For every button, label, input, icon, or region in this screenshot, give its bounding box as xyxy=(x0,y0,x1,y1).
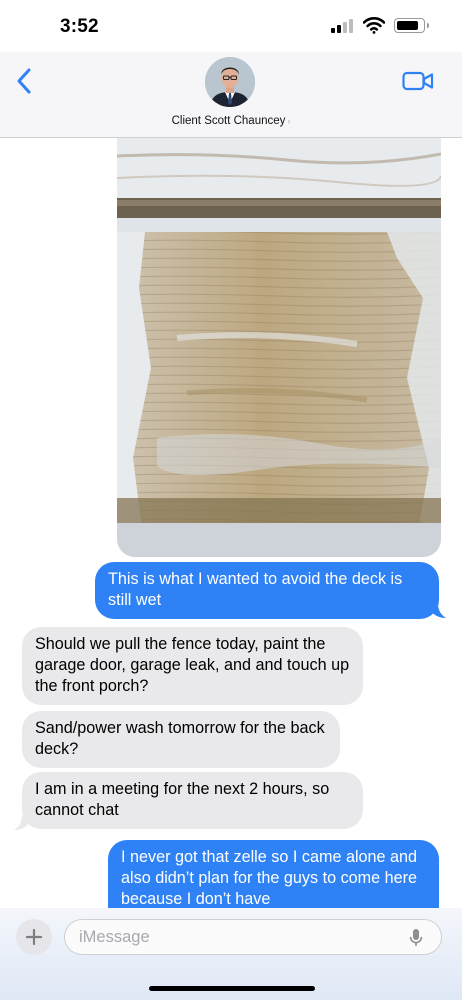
contact-name[interactable]: Client Scott Chauncey › xyxy=(0,115,462,127)
message-bubble-incoming[interactable]: Sand/power wash tomorrow for the back de… xyxy=(22,711,340,768)
home-indicator[interactable] xyxy=(149,986,315,991)
message-bubble-outgoing[interactable]: This is what I wanted to avoid the deck … xyxy=(95,562,439,619)
message-bubble-incoming[interactable]: Should we pull the fence today, paint th… xyxy=(22,627,363,705)
message-text: Sand/power wash tomorrow for the back de… xyxy=(35,719,325,758)
conversation-header: Client Scott Chauncey › xyxy=(0,52,462,138)
contact-name-label: Client Scott Chauncey xyxy=(171,115,286,127)
bubble-tail xyxy=(432,604,446,618)
message-text: I never got that zelle so I came alone a… xyxy=(121,848,418,908)
status-time: 3:52 xyxy=(60,16,99,37)
message-list[interactable]: This is what I wanted to avoid the deck … xyxy=(0,138,462,910)
contact-chevron-icon: › xyxy=(287,116,291,126)
compose-bar xyxy=(0,908,462,1000)
video-camera-icon[interactable] xyxy=(402,70,434,92)
back-chevron-icon[interactable] xyxy=(12,66,36,96)
contact-avatar[interactable] xyxy=(205,57,255,107)
cellular-signal-icon xyxy=(331,19,355,33)
message-text: This is what I wanted to avoid the deck … xyxy=(108,570,403,609)
status-bar: 3:52 xyxy=(0,0,462,52)
microphone-icon[interactable] xyxy=(408,928,424,948)
deck-photo-attachment[interactable] xyxy=(117,138,441,557)
wifi-icon xyxy=(363,17,385,34)
battery-icon xyxy=(394,18,429,33)
bubble-tail xyxy=(14,816,28,830)
message-text: I am in a meeting for the next 2 hours, … xyxy=(35,780,330,819)
message-input[interactable] xyxy=(79,920,399,954)
message-bubble-outgoing[interactable]: I never got that zelle so I came alone a… xyxy=(108,840,439,910)
message-field[interactable] xyxy=(64,919,442,955)
plus-button[interactable] xyxy=(16,919,52,955)
message-bubble-incoming[interactable]: I am in a meeting for the next 2 hours, … xyxy=(22,772,363,829)
message-text: Should we pull the fence today, paint th… xyxy=(35,635,350,695)
plus-icon xyxy=(25,928,43,946)
